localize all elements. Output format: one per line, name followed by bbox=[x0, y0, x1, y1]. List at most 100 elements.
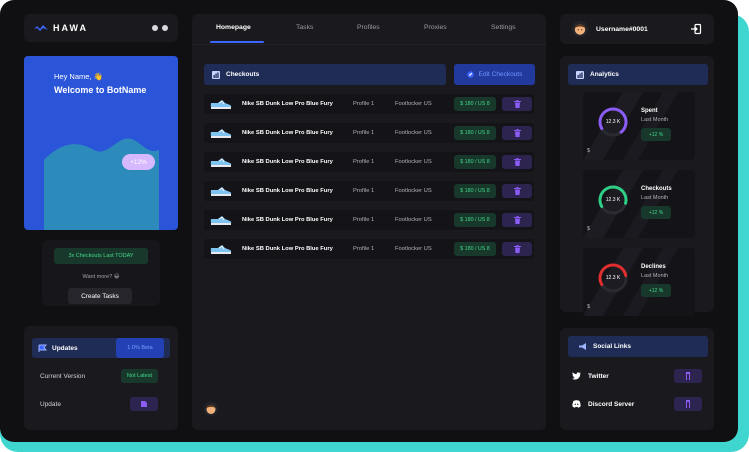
logo-bar: HAWA bbox=[24, 14, 178, 42]
beta-badge[interactable]: 1.0% Beta bbox=[116, 338, 164, 358]
stat-title: Spent bbox=[641, 108, 658, 114]
growth-badge: +12% bbox=[122, 154, 155, 170]
table-row[interactable]: Nike SB Dunk Low Pro Blue Fury Profile 1 F… bbox=[204, 94, 534, 114]
divider bbox=[192, 44, 546, 45]
current-version-row: Current Version Not Latest bbox=[32, 366, 170, 386]
edit-checkouts-button[interactable]: Edit Checkouts bbox=[454, 64, 535, 85]
delete-button[interactable] bbox=[502, 242, 532, 256]
sneaker-icon bbox=[210, 187, 232, 196]
open-link-button[interactable] bbox=[674, 397, 702, 411]
flag-icon bbox=[38, 344, 47, 352]
social-link-twitter[interactable]: Twitter bbox=[572, 366, 702, 386]
sneaker-icon bbox=[210, 158, 232, 167]
table-row[interactable]: Nike SB Dunk Low Pro Blue Fury Profile 1 F… bbox=[204, 123, 534, 143]
delete-button[interactable] bbox=[502, 213, 532, 227]
dot-icon bbox=[162, 25, 168, 31]
discord-label: Discord Server bbox=[588, 400, 635, 408]
delete-button[interactable] bbox=[502, 126, 532, 140]
checkouts-header: Checkouts bbox=[204, 64, 446, 85]
stat-card: 12.3 K Spent Last Month +12 % $ bbox=[583, 92, 695, 160]
product-name: Nike SB Dunk Low Pro Blue Fury bbox=[242, 246, 333, 252]
nav-tabs: Homepage Tasks Profiles Proxies Settings bbox=[192, 14, 546, 44]
welcome-card: Hey Name, 👋 Welcome to BotName +12% bbox=[24, 56, 178, 230]
updates-panel: Updates 1.0% Beta Current Version Not La… bbox=[24, 326, 178, 430]
table-row[interactable]: Nike SB Dunk Low Pro Blue Fury Profile 1 F… bbox=[204, 239, 534, 259]
stat-value: 12.3 K bbox=[605, 197, 621, 203]
currency-symbol: $ bbox=[587, 226, 591, 232]
trash-icon bbox=[513, 187, 521, 195]
tab-homepage[interactable]: Homepage bbox=[216, 24, 251, 31]
social-link-discord[interactable]: Discord Server bbox=[572, 394, 702, 414]
product-name: Nike SB Dunk Low Pro Blue Fury bbox=[242, 217, 333, 223]
product-name: Nike SB Dunk Low Pro Blue Fury bbox=[242, 188, 333, 194]
profile-name: Profile 1 bbox=[353, 188, 375, 194]
trash-icon bbox=[513, 129, 521, 137]
checkouts-today-badge: 3x Checkouts Last TODAY bbox=[54, 248, 148, 264]
price-badge: $ 180 / US 8 bbox=[454, 213, 496, 227]
sneaker-icon bbox=[210, 216, 232, 225]
create-tasks-button[interactable]: Create Tasks bbox=[68, 288, 132, 304]
tab-proxies[interactable]: Proxies bbox=[424, 24, 447, 31]
twitter-label: Twitter bbox=[588, 372, 609, 380]
social-links-title: Social Links bbox=[593, 343, 631, 350]
tab-settings[interactable]: Settings bbox=[491, 24, 516, 31]
profile-name: Profile 1 bbox=[353, 130, 375, 136]
update-row: Update bbox=[32, 394, 170, 414]
username: Username#0001 bbox=[596, 25, 648, 33]
profile-name: Profile 1 bbox=[353, 217, 375, 223]
trash-icon bbox=[513, 216, 521, 224]
active-tab-indicator bbox=[210, 41, 264, 43]
open-link-button[interactable] bbox=[674, 369, 702, 383]
stat-card: 12.3 K Checkouts Last Month +12 % $ bbox=[583, 170, 695, 238]
currency-symbol: $ bbox=[587, 304, 591, 310]
sneaker-icon bbox=[210, 129, 232, 138]
current-version-label: Current Version bbox=[40, 372, 86, 380]
chart-icon bbox=[576, 70, 584, 79]
tab-tasks[interactable]: Tasks bbox=[296, 24, 313, 31]
store-name: Footlocker US bbox=[395, 188, 432, 194]
app-window: HAWA Hey Name, 👋 Welcome to BotName +12%… bbox=[0, 0, 738, 442]
price-badge: $ 180 / US 8 bbox=[454, 242, 496, 256]
promo-card: 3x Checkouts Last TODAY Want more? 😀 Cre… bbox=[42, 240, 160, 306]
table-row[interactable]: Nike SB Dunk Low Pro Blue Fury Profile 1 F… bbox=[204, 210, 534, 230]
user-bar: Username#0001 bbox=[560, 14, 714, 44]
edit-icon bbox=[466, 71, 474, 78]
window-dots[interactable] bbox=[152, 25, 168, 31]
trash-icon bbox=[513, 245, 521, 253]
twitter-icon bbox=[572, 372, 581, 380]
update-button[interactable] bbox=[130, 397, 158, 411]
stat-value: 12.3 K bbox=[605, 275, 621, 281]
trash-icon bbox=[513, 100, 521, 108]
table-row[interactable]: Nike SB Dunk Low Pro Blue Fury Profile 1 F… bbox=[204, 181, 534, 201]
avatar[interactable] bbox=[204, 402, 218, 416]
stat-period: Last Month bbox=[641, 117, 669, 123]
store-name: Footlocker US bbox=[395, 159, 432, 165]
tower-icon bbox=[686, 400, 690, 408]
analytics-panel: Analytics 12.3 K Spent Last Month +12 % $12.… bbox=[560, 56, 714, 316]
analytics-header: Analytics bbox=[568, 64, 708, 85]
stat-title: Checkouts bbox=[641, 186, 672, 192]
user-avatar[interactable] bbox=[572, 21, 588, 37]
store-name: Footlocker US bbox=[395, 246, 432, 252]
discord-icon bbox=[572, 400, 581, 408]
logo: HAWA bbox=[34, 23, 88, 33]
dot-icon bbox=[152, 25, 158, 31]
profile-name: Profile 1 bbox=[353, 159, 375, 165]
table-row[interactable]: Nike SB Dunk Low Pro Blue Fury Profile 1 F… bbox=[204, 152, 534, 172]
tab-profiles[interactable]: Profiles bbox=[357, 24, 380, 31]
tower-icon bbox=[686, 372, 690, 380]
currency-symbol: $ bbox=[587, 148, 591, 154]
logo-text: HAWA bbox=[53, 23, 88, 33]
version-status-badge: Not Latest bbox=[120, 369, 158, 383]
update-label: Update bbox=[40, 400, 61, 408]
wave-graphic bbox=[44, 138, 159, 230]
stat-title: Declines bbox=[641, 264, 666, 270]
megaphone-icon bbox=[579, 343, 586, 350]
delete-button[interactable] bbox=[502, 97, 532, 111]
delete-button[interactable] bbox=[502, 155, 532, 169]
logout-icon[interactable] bbox=[690, 23, 702, 35]
delete-button[interactable] bbox=[502, 184, 532, 198]
product-name: Nike SB Dunk Low Pro Blue Fury bbox=[242, 159, 333, 165]
store-name: Footlocker US bbox=[395, 217, 432, 223]
want-more-text: Want more? 😀 bbox=[82, 274, 120, 280]
